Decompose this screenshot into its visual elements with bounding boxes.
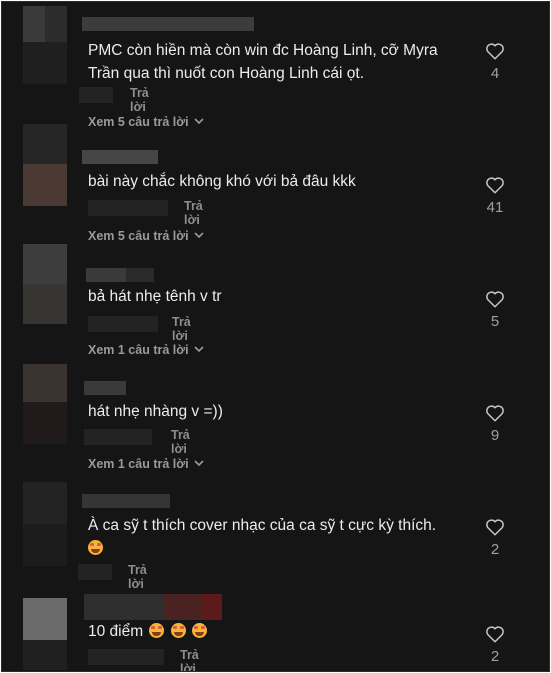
like-count: 9 — [490, 427, 500, 444]
view-replies-label: Xem 1 câu trả lời — [88, 457, 189, 471]
date-blurred — [88, 316, 158, 332]
view-replies-button[interactable]: Xem 5 câu trả lời — [88, 228, 204, 243]
like-button[interactable]: 9 — [480, 404, 510, 444]
view-replies-button[interactable]: Xem 1 câu trả lời — [88, 456, 204, 471]
avatar[interactable] — [23, 598, 67, 670]
comment-text: bài này chắc không khó với bả đâu kkk — [88, 173, 356, 190]
username-blurred[interactable] — [84, 381, 126, 395]
smiling-face-with-hearts-icon — [192, 623, 208, 638]
reply-button[interactable]: Trả lời — [130, 86, 149, 114]
chevron-down-icon — [194, 342, 204, 356]
avatar[interactable] — [23, 244, 67, 324]
reply-button[interactable]: Trả lời — [172, 315, 191, 343]
view-replies-label: Xem 5 câu trả lời — [88, 229, 189, 243]
comment-text: hát nhẹ nhàng v =)) — [88, 403, 223, 420]
heart-outline-icon — [486, 43, 504, 60]
like-count: 41 — [486, 199, 504, 216]
avatar[interactable] — [23, 482, 67, 566]
view-replies-label: Xem 1 câu trả lời — [88, 343, 189, 357]
comment-text: À ca sỹ t thích cover nhạc của ca sỹ t c… — [88, 514, 468, 560]
reply-button[interactable]: Trả lời — [184, 199, 203, 227]
comment-text: bả hát nhẹ tênh v tr — [88, 288, 222, 305]
avatar[interactable] — [23, 364, 67, 444]
username-blurred[interactable] — [82, 17, 254, 31]
view-replies-button[interactable]: Xem 5 câu trả lời — [88, 114, 204, 129]
like-count: 2 — [490, 541, 500, 558]
like-button[interactable]: 5 — [480, 290, 510, 330]
like-button[interactable]: 41 — [480, 176, 510, 216]
avatar[interactable] — [23, 6, 67, 84]
heart-outline-icon — [486, 405, 504, 422]
like-button[interactable]: 2 — [480, 518, 510, 558]
comment-text: PMC còn hiền mà còn win đc Hoàng Linh, c… — [88, 42, 438, 82]
heart-outline-icon — [486, 291, 504, 308]
reply-button[interactable]: Trả lời — [128, 563, 147, 591]
view-replies-label: Xem 5 câu trả lời — [88, 115, 189, 129]
date-blurred — [84, 429, 152, 445]
smiling-face-with-hearts-icon — [149, 623, 165, 638]
chevron-down-icon — [194, 114, 204, 128]
chevron-down-icon — [194, 228, 204, 242]
like-count: 5 — [490, 313, 500, 330]
reply-button[interactable]: Trả lời — [180, 648, 199, 671]
date-blurred — [78, 564, 112, 580]
smiling-face-with-hearts-icon — [170, 623, 186, 638]
reply-button[interactable]: Trả lời — [171, 428, 190, 456]
like-button[interactable]: 4 — [480, 42, 510, 82]
view-replies-button[interactable]: Xem 1 câu trả lời — [88, 342, 204, 357]
comments-panel: PMC còn hiền mà còn win đc Hoàng Linh, c… — [1, 1, 550, 672]
avatar[interactable] — [23, 124, 67, 206]
username-blurred[interactable] — [84, 594, 222, 620]
username-blurred[interactable] — [82, 150, 158, 164]
comment-text: 10 điểm — [88, 620, 468, 643]
username-blurred[interactable] — [86, 268, 154, 282]
like-count: 2 — [490, 648, 500, 665]
heart-outline-icon — [486, 177, 504, 194]
heart-outline-icon — [486, 519, 504, 536]
heart-outline-icon — [486, 626, 504, 643]
username-blurred[interactable] — [82, 494, 170, 508]
like-button[interactable]: 2 — [480, 625, 510, 665]
smiling-face-with-hearts-icon — [88, 540, 103, 555]
like-count: 4 — [490, 65, 500, 82]
date-blurred — [88, 200, 168, 216]
date-blurred — [79, 87, 113, 103]
chevron-down-icon — [194, 456, 204, 470]
date-blurred — [88, 649, 164, 665]
